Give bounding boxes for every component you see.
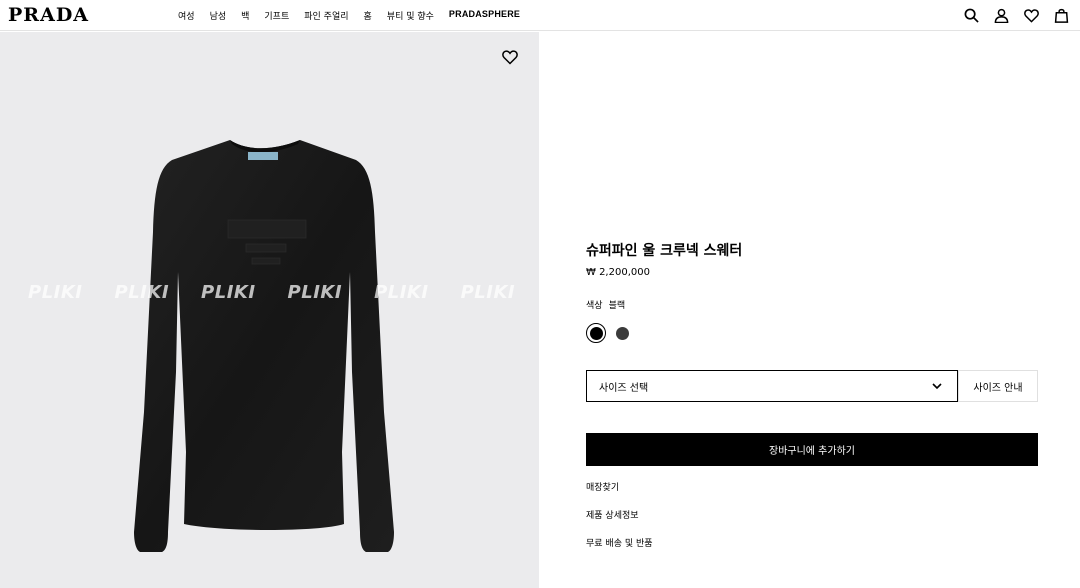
wishlist-icon[interactable] xyxy=(1022,6,1040,24)
color-label-row: 색상 블랙 xyxy=(586,298,625,311)
account-icon[interactable] xyxy=(992,6,1010,24)
watermark-text: PLIKI xyxy=(28,282,83,303)
product-details-link[interactable]: 제품 상세정보 xyxy=(586,508,639,521)
color-label: 색상 xyxy=(586,301,603,311)
watermark-text: PLIKI xyxy=(201,282,256,303)
nav-item-gifts[interactable]: 기프트 xyxy=(264,9,289,22)
nav-item-beauty-fragrance[interactable]: 뷰티 및 향수 xyxy=(387,9,434,22)
bag-icon[interactable] xyxy=(1052,6,1070,24)
nav-item-bags[interactable]: 백 xyxy=(241,9,249,22)
size-select-label: 사이즈 선택 xyxy=(599,382,649,394)
watermark-text: PLIKI xyxy=(374,282,429,303)
store-locator-link[interactable]: 매장찾기 xyxy=(586,480,619,493)
color-swatches xyxy=(586,323,629,343)
main-nav: 여성 남성 백 기프트 파인 주얼리 홈 뷰티 및 향수 PRADASPHERE xyxy=(178,9,535,22)
product-image: PLIKI PLIKI PLIKI PLIKI PLIKI PLIKI xyxy=(0,32,539,588)
swatch-dark-grey[interactable] xyxy=(616,326,629,340)
add-to-cart-button[interactable]: 장바구니에 추가하기 xyxy=(586,433,1038,466)
wishlist-toggle-icon[interactable] xyxy=(502,49,522,69)
shipping-returns-link[interactable]: 무료 배송 및 반품 xyxy=(586,536,653,549)
nav-item-fine-jewelry[interactable]: 파인 주얼리 xyxy=(304,9,348,22)
swatch-black-selected[interactable] xyxy=(586,323,606,343)
watermark-text: PLIKI xyxy=(460,282,516,303)
watermark-text: PLIKI xyxy=(114,282,170,303)
nav-item-women[interactable]: 여성 xyxy=(178,9,195,22)
watermark: PLIKI PLIKI PLIKI PLIKI PLIKI PLIKI xyxy=(28,282,539,303)
color-value: 블랙 xyxy=(608,301,626,311)
watermark-text: PLIKI xyxy=(287,282,343,303)
sweater-image xyxy=(134,140,394,552)
nav-item-pradasphere[interactable]: PRADASPHERE xyxy=(449,9,520,22)
search-icon[interactable] xyxy=(962,6,980,24)
size-guide-button[interactable]: 사이즈 안내 xyxy=(958,370,1038,402)
chevron-down-icon xyxy=(931,380,943,395)
product-title: 슈퍼파인 울 크루넥 스웨터 xyxy=(586,243,743,259)
nav-item-home[interactable]: 홈 xyxy=(364,9,372,22)
header-actions xyxy=(962,6,1070,24)
product-price: ₩ 2,200,000 xyxy=(586,267,650,278)
nav-item-men[interactable]: 남성 xyxy=(210,9,227,22)
size-select-dropdown[interactable]: 사이즈 선택 xyxy=(586,370,958,402)
site-header: PRADA 여성 남성 백 기프트 파인 주얼리 홈 뷰티 및 향수 PRADA… xyxy=(0,0,1080,31)
prada-logo[interactable]: PRADA xyxy=(8,4,89,26)
